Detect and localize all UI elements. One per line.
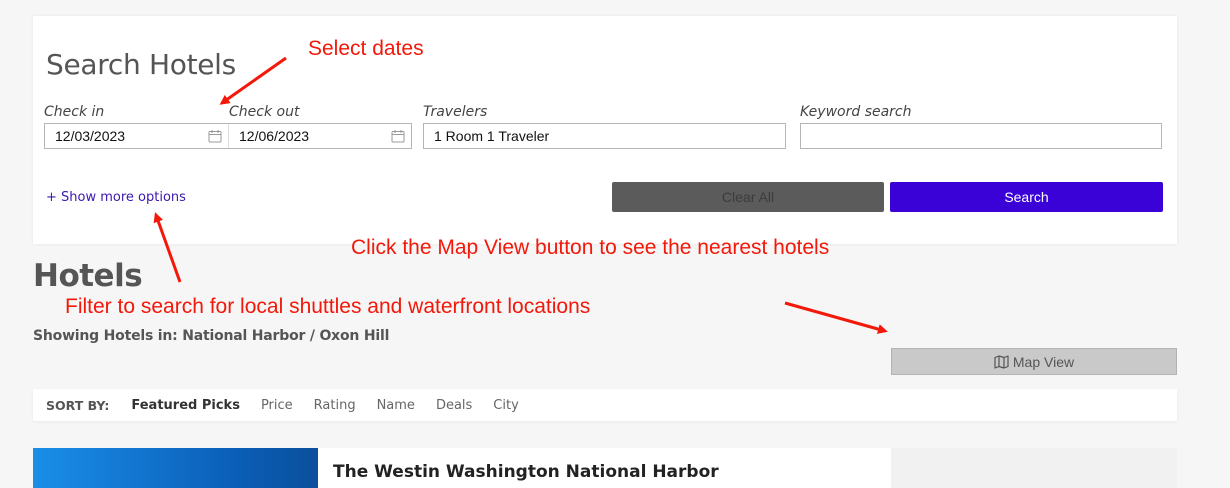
search-panel: Search Hotels Check in Check out Travele… — [33, 16, 1177, 244]
hotel-listing-card[interactable]: The Westin Washington National Harbor — [33, 448, 891, 488]
keyword-search-field[interactable] — [800, 123, 1162, 149]
checkout-input[interactable]: 12/06/2023 — [228, 124, 411, 148]
clear-all-button[interactable]: Clear All — [612, 182, 884, 212]
arrow-to-map-view — [784, 301, 888, 334]
sort-option-deals[interactable]: Deals — [436, 398, 472, 413]
sort-by-label: SORT BY: — [46, 397, 110, 413]
show-more-options-link[interactable]: + Show more options — [46, 190, 186, 205]
results-location-text: Showing Hotels in: National Harbor / Oxo… — [33, 328, 390, 344]
search-button[interactable]: Search — [890, 182, 1163, 212]
travelers-input[interactable]: 1 Room 1 Traveler — [423, 123, 786, 149]
listing-side-panel — [891, 448, 1177, 488]
hotel-name[interactable]: The Westin Washington National Harbor — [333, 462, 719, 482]
hotels-heading: Hotels — [33, 258, 143, 294]
sort-option-price[interactable]: Price — [261, 398, 293, 413]
map-view-button[interactable]: Map View — [891, 348, 1177, 375]
sort-option-rating[interactable]: Rating — [314, 398, 356, 413]
checkout-value: 12/06/2023 — [239, 128, 310, 144]
checkout-label: Check out — [229, 104, 300, 120]
calendar-icon[interactable] — [208, 129, 222, 143]
checkin-input[interactable]: 12/03/2023 — [45, 124, 228, 148]
annotation-map-view-hint: Click the Map View button to see the nea… — [351, 236, 830, 259]
annotation-select-dates: Select dates — [308, 37, 424, 60]
sort-option-featured-picks[interactable]: Featured Picks — [131, 398, 240, 413]
keyword-label: Keyword search — [800, 104, 912, 120]
checkin-value: 12/03/2023 — [55, 128, 126, 144]
sort-bar: SORT BY: Featured Picks Price Rating Nam… — [33, 389, 1177, 421]
sort-option-name[interactable]: Name — [377, 398, 415, 413]
hotel-thumbnail[interactable] — [33, 448, 318, 488]
search-title: Search Hotels — [46, 48, 236, 81]
map-view-label: Map View — [1012, 353, 1075, 370]
date-range-picker: 12/03/2023 12/06/2023 — [44, 123, 412, 149]
map-icon — [994, 354, 1009, 369]
annotation-filter-hint: Filter to search for local shuttles and … — [65, 295, 591, 318]
travelers-value: 1 Room 1 Traveler — [434, 128, 550, 144]
travelers-label: Travelers — [423, 104, 488, 120]
sort-option-city[interactable]: City — [493, 398, 518, 413]
keyword-search-input[interactable] — [801, 123, 1161, 149]
checkin-label: Check in — [44, 104, 105, 120]
calendar-icon[interactable] — [391, 129, 405, 143]
